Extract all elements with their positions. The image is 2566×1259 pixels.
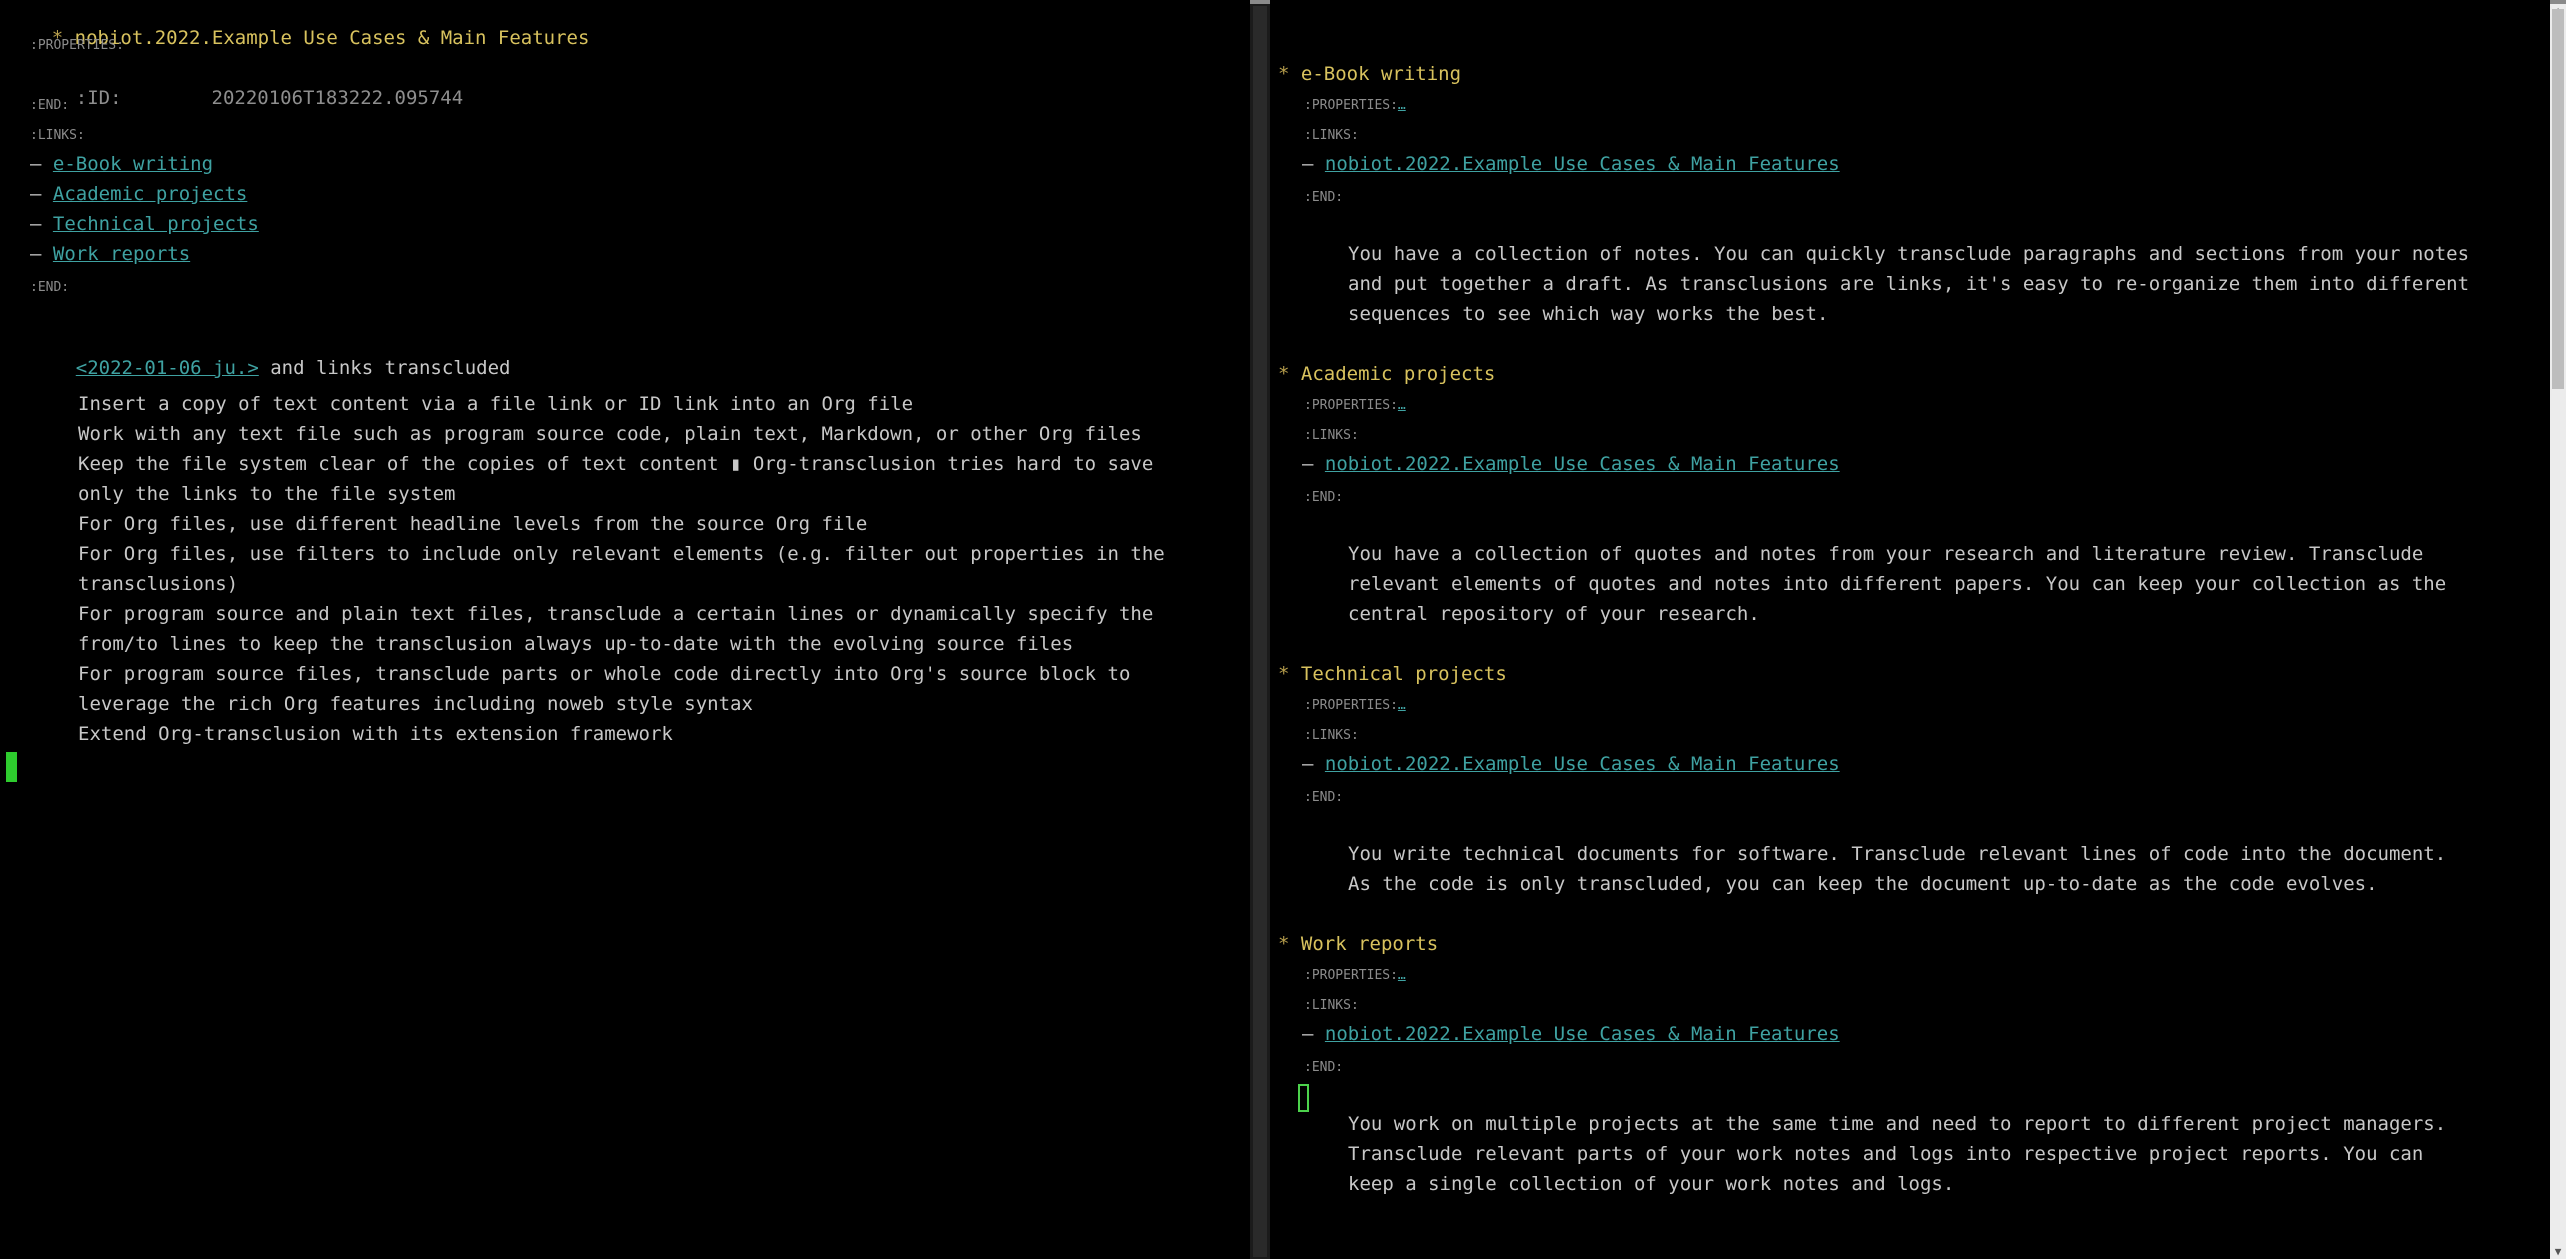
feature-line: leverage the rich Org features including… [78, 693, 753, 715]
right-scrollbar[interactable]: ▲ ▼ [2550, 4, 2566, 1259]
fold-ellipsis[interactable]: … [1398, 968, 1406, 983]
id-key: :ID: [75, 87, 122, 109]
left-scrollbar[interactable] [1250, 4, 1270, 1259]
link-work-reports[interactable]: Work reports [53, 243, 190, 265]
feature-line: transclusions) [78, 573, 239, 595]
feature-line: Work with any text file such as program … [78, 423, 1142, 445]
properties-drawer-label[interactable]: :PROPERTIES: [30, 34, 124, 58]
feature-line: from/to lines to keep the transclusion a… [78, 633, 1074, 655]
section-body-line: Transclude relevant parts of your work n… [1348, 1143, 2424, 1165]
properties-label: :PROPERTIES: [1304, 98, 1398, 113]
backlink-item: – nobiot.2022.Example Use Cases & Main F… [1302, 1023, 1840, 1045]
id-value: 20220106T183222.095744 [211, 87, 464, 109]
links-end-label: :END: [30, 280, 70, 295]
section-body-line: As the code is only transcluded, you can… [1348, 873, 2378, 895]
section-heading[interactable]: * Technical projects [1278, 662, 1507, 686]
section-heading[interactable]: * e-Book writing [1278, 62, 1461, 86]
feature-line: Extend Org-transclusion with its extensi… [78, 723, 673, 745]
link-item: – Work reports [30, 243, 191, 265]
right-scrollbar-thumb[interactable] [2552, 9, 2564, 389]
link-ebook-writing[interactable]: e-Book writing [53, 153, 213, 175]
feature-line: Insert a copy of text content via a file… [78, 393, 914, 415]
links-drawer-label[interactable]: :LINKS: [1304, 994, 1359, 1018]
properties-label: :PROPERTIES: [1304, 968, 1398, 983]
right-window[interactable]: * e-Book writing :PROPERTIES:… :LINKS: –… [1270, 0, 2550, 1259]
link-academic-projects[interactable]: Academic projects [53, 183, 247, 205]
section-body-line: You have a collection of notes. You can … [1348, 243, 2470, 265]
feature-line: For Org files, use different headline le… [78, 513, 868, 535]
heading-star: * [1278, 363, 1301, 385]
fold-ellipsis[interactable]: … [1398, 98, 1406, 113]
date-suffix: and links transcluded [258, 357, 511, 379]
section-title: Technical projects [1300, 663, 1507, 685]
links-end-label: :END: [1304, 190, 1344, 205]
id-property: :ID: 20220106T183222.095744 [30, 62, 463, 134]
section-body-line: sequences to see which way works the bes… [1348, 303, 1829, 325]
left-window[interactable]: * nobiot.2022.Example Use Cases & Main F… [0, 0, 1250, 1259]
section-title: Work reports [1300, 933, 1439, 955]
links-end-label: :END: [1304, 790, 1344, 805]
scroll-down-arrow-icon[interactable]: ▼ [2550, 1245, 2566, 1259]
link-item: – Technical projects [30, 213, 259, 235]
heading-star: * [1278, 63, 1301, 85]
inactive-window-cursor [1298, 1084, 1309, 1112]
section-heading[interactable]: * Work reports [1278, 932, 1438, 956]
properties-drawer-folded[interactable]: :PROPERTIES:… [1304, 394, 1406, 418]
backlink[interactable]: nobiot.2022.Example Use Cases & Main Fea… [1325, 753, 1840, 775]
links-end-label: :END: [1304, 490, 1344, 505]
links-drawer-label[interactable]: :LINKS: [1304, 424, 1359, 448]
section-body-line: and put together a draft. As transclusio… [1348, 273, 2470, 295]
section-title: e-Book writing [1300, 63, 1462, 85]
section-title: Academic projects [1300, 363, 1496, 385]
left-title: nobiot.2022.Example Use Cases & Main Fea… [74, 27, 590, 49]
backlink-item: – nobiot.2022.Example Use Cases & Main F… [1302, 453, 1840, 475]
links-drawer-label[interactable]: :LINKS: [30, 124, 85, 148]
links-end-label: :END: [1304, 1060, 1344, 1075]
section-body-line: You have a collection of quotes and note… [1348, 543, 2424, 565]
feature-line: For Org files, use filters to include on… [78, 543, 1165, 565]
fold-ellipsis[interactable]: … [1398, 398, 1406, 413]
section-body-line: You work on multiple projects at the sam… [1348, 1113, 2447, 1135]
left-scrollbar-thumb[interactable] [1253, 6, 1267, 1257]
links-drawer-label[interactable]: :LINKS: [1304, 124, 1359, 148]
backlink[interactable]: nobiot.2022.Example Use Cases & Main Fea… [1325, 1023, 1840, 1045]
backlink[interactable]: nobiot.2022.Example Use Cases & Main Fea… [1325, 153, 1840, 175]
backlink[interactable]: nobiot.2022.Example Use Cases & Main Fea… [1325, 453, 1840, 475]
fold-ellipsis[interactable]: … [1398, 698, 1406, 713]
properties-label: :PROPERTIES: [1304, 698, 1398, 713]
feature-line: Keep the file system clear of the copies… [78, 453, 1154, 475]
links-drawer-label[interactable]: :LINKS: [1304, 724, 1359, 748]
section-body-line: You write technical documents for softwa… [1348, 843, 2447, 865]
feature-line: For program source and plain text files,… [78, 603, 1154, 625]
backlink-item: – nobiot.2022.Example Use Cases & Main F… [1302, 153, 1840, 175]
section-body-line: keep a single collection of your work no… [1348, 1173, 1955, 1195]
section-heading[interactable]: * Academic projects [1278, 362, 1495, 386]
section-body-line: central repository of your research. [1348, 603, 1760, 625]
text-cursor [6, 752, 17, 782]
feature-line: For program source files, transclude par… [78, 663, 1131, 685]
heading-star: * [1278, 933, 1301, 955]
properties-end-label: :END: [30, 98, 70, 113]
link-item: – Academic projects [30, 183, 248, 205]
link-item: – e-Book writing [30, 153, 214, 175]
properties-drawer-folded[interactable]: :PROPERTIES:… [1304, 694, 1406, 718]
feature-line: only the links to the file system [78, 483, 456, 505]
link-technical-projects[interactable]: Technical projects [53, 213, 259, 235]
section-body-line: relevant elements of quotes and notes in… [1348, 573, 2447, 595]
properties-drawer-folded[interactable]: :PROPERTIES:… [1304, 94, 1406, 118]
date-link[interactable]: <2022-01-06 ju.> [76, 357, 259, 379]
properties-label: :PROPERTIES: [1304, 398, 1398, 413]
properties-drawer-folded[interactable]: :PROPERTIES:… [1304, 964, 1406, 988]
backlink-item: – nobiot.2022.Example Use Cases & Main F… [1302, 753, 1840, 775]
heading-star: * [1278, 663, 1301, 685]
